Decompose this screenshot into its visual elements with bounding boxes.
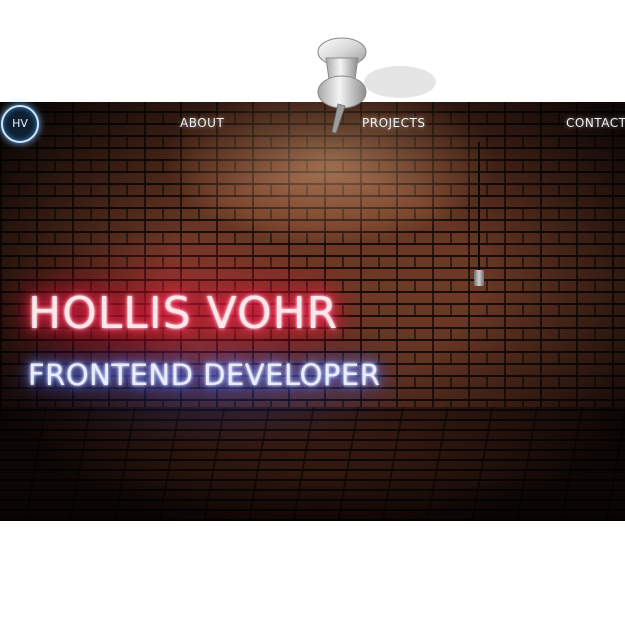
logo-badge[interactable]: HV [1, 105, 39, 143]
push-pin-icon [317, 37, 436, 134]
hanging-cord [478, 142, 480, 272]
nav-about-link[interactable]: ABOUT [180, 116, 224, 130]
hero-title: FRONTEND DEVELOPER [28, 358, 381, 392]
hero-name: HOLLIS VOHR [28, 288, 339, 339]
nav-contact-link[interactable]: CONTACT [566, 116, 625, 130]
plug-icon [474, 270, 484, 286]
